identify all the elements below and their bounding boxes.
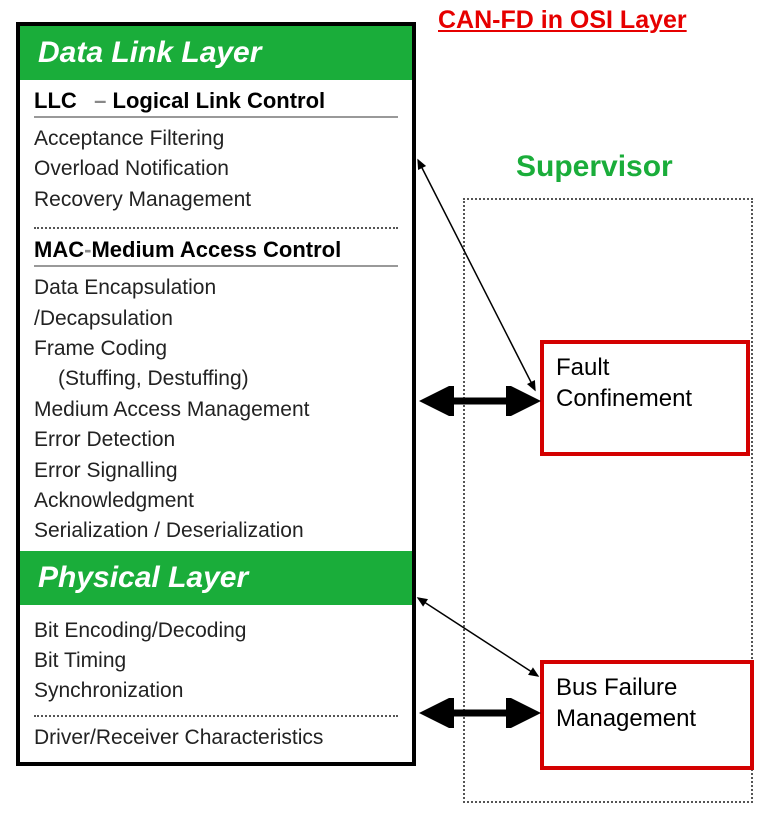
phys-extra-block: Driver/Receiver Characteristics: [20, 717, 412, 762]
fault-line: Fault: [556, 352, 734, 383]
mac-item: /Decapsulation: [34, 304, 398, 333]
diagram-title: CAN-FD in OSI Layer: [438, 6, 687, 35]
mac-abbr: MAC: [34, 237, 84, 262]
mac-full: Medium Access Control: [91, 237, 341, 262]
llc-item: Recovery Management: [34, 185, 398, 214]
divider: [34, 116, 398, 118]
phys-extra: Driver/Receiver Characteristics: [34, 723, 398, 752]
bus-failure-box: Bus FailureManagement: [540, 660, 754, 770]
mac-block: MAC-Medium Access Control Data Encapsula…: [20, 229, 412, 551]
llc-item: Acceptance Filtering: [34, 124, 398, 153]
llc-block: LLC – Logical Link Control Acceptance Fi…: [20, 80, 412, 219]
phys-item: Synchronization: [34, 676, 398, 705]
osi-layers-panel: Data Link Layer LLC – Logical Link Contr…: [16, 22, 416, 766]
mac-items: Data Encapsulation/DecapsulationFrame Co…: [34, 273, 398, 546]
llc-item: Overload Notification: [34, 154, 398, 183]
fault-line: Confinement: [556, 383, 734, 414]
phys-item: Bit Timing: [34, 646, 398, 675]
mac-item: Medium Access Management: [34, 395, 398, 424]
phys-items: Bit Encoding/DecodingBit TimingSynchroni…: [34, 616, 398, 706]
fault-confinement-box: FaultConfinement: [540, 340, 750, 456]
llc-header: LLC – Logical Link Control: [34, 88, 398, 114]
llc-full: Logical Link Control: [113, 88, 326, 113]
mac-header: MAC-Medium Access Control: [34, 237, 398, 263]
llc-abbr: LLC: [34, 88, 88, 114]
mac-item: Data Encapsulation: [34, 273, 398, 302]
supervisor-label: Supervisor: [516, 150, 673, 184]
mac-item: Serialization / Deserialization: [34, 516, 398, 545]
data-link-layer-header: Data Link Layer: [20, 26, 412, 80]
bus-line: Bus Failure: [556, 672, 738, 703]
llc-dash: –: [94, 88, 106, 113]
physical-block: Bit Encoding/DecodingBit TimingSynchroni…: [20, 605, 412, 713]
mac-item: (Stuffing, Destuffing): [34, 364, 398, 393]
llc-items: Acceptance FilteringOverload Notificatio…: [34, 124, 398, 214]
mac-item: Error Detection: [34, 425, 398, 454]
bus-line: Management: [556, 703, 738, 734]
phys-item: Bit Encoding/Decoding: [34, 616, 398, 645]
mac-item: Acknowledgment: [34, 486, 398, 515]
mac-item: Frame Coding: [34, 334, 398, 363]
mac-item: Error Signalling: [34, 456, 398, 485]
divider: [34, 265, 398, 267]
physical-layer-header: Physical Layer: [20, 551, 412, 605]
